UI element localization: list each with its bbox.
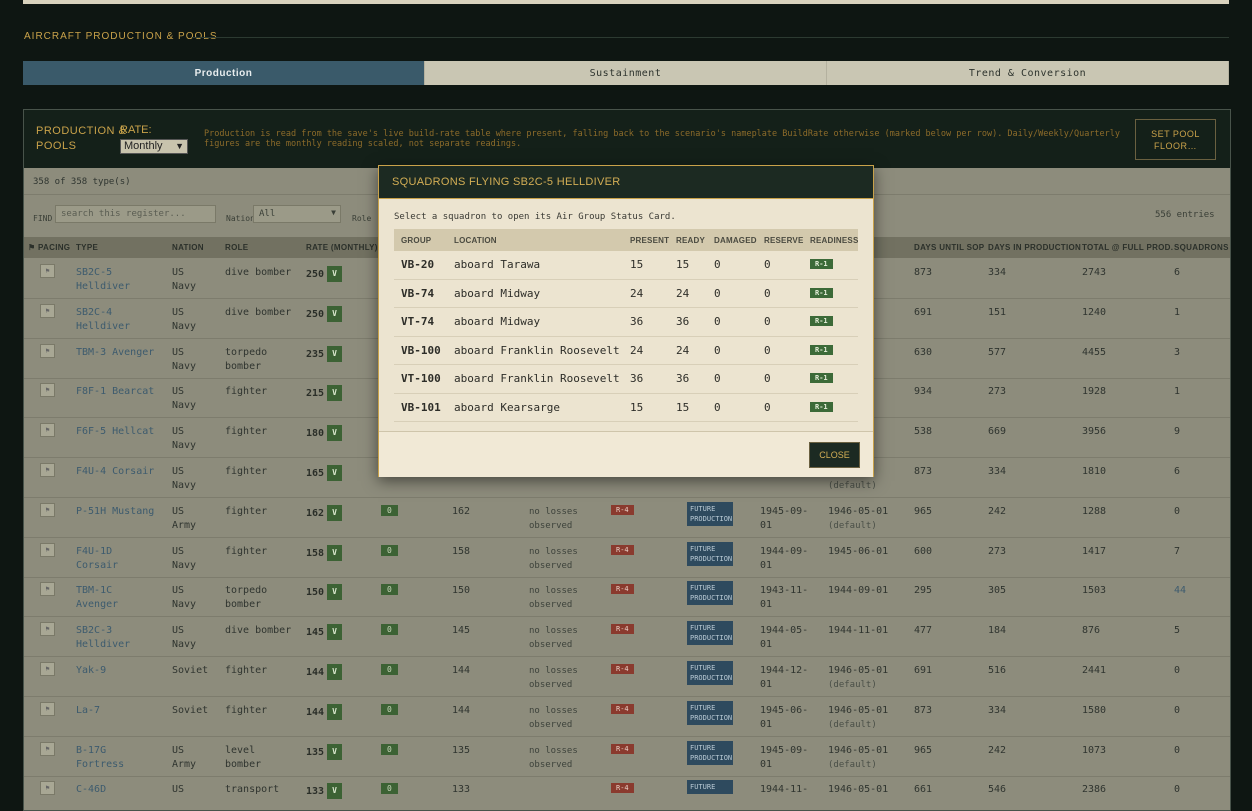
- modal-subtitle: Select a squadron to open its Air Group …: [394, 212, 676, 222]
- readiness-badge: R-1: [810, 287, 833, 298]
- squadron-damaged: 0: [714, 400, 721, 414]
- squadron-table: GROUP LOCATION PRESENT READY DAMAGED RES…: [394, 229, 858, 422]
- squadron-damaged: 0: [714, 286, 721, 300]
- col-reserve: RESERVE: [764, 236, 804, 245]
- squadron-row[interactable]: VT-74 aboard Midway 36 36 0 0 R-1: [394, 308, 858, 337]
- squadron-reserve: 0: [764, 400, 771, 414]
- col-group: GROUP: [401, 236, 432, 245]
- squadron-location: aboard Midway: [454, 286, 541, 300]
- squadron-group: VB-74: [401, 286, 435, 300]
- squadron-group: VT-74: [401, 315, 435, 328]
- modal-footer: CLOSE: [379, 431, 873, 477]
- squadron-damaged: 0: [714, 343, 721, 357]
- col-location: LOCATION: [454, 236, 497, 245]
- readiness-badge: R-1: [810, 316, 833, 326]
- squadron-row[interactable]: VB-100 aboard Franklin Roosevelt 24 24 0 0 R-1: [394, 337, 858, 365]
- col-ready: READY: [676, 236, 706, 245]
- close-button[interactable]: CLOSE: [809, 442, 860, 468]
- squadron-table-body: VB-20 aboard Tarawa 15 15 0 0 R-1 VB-74 aboard M…: [394, 251, 858, 422]
- squadron-reserve: 0: [764, 372, 771, 385]
- squadron-present: 36: [630, 372, 644, 385]
- squadron-location: aboard Franklin Roosevelt: [454, 372, 620, 385]
- squadron-table-header: GROUP LOCATION PRESENT READY DAMAGED RES…: [394, 229, 858, 251]
- squadrons-modal: SQUADRONS FLYING SB2C-5 HELLDIVER Select…: [378, 165, 874, 477]
- squadron-location: aboard Kearsarge: [454, 400, 560, 414]
- squadron-ready: 24: [676, 343, 690, 357]
- squadron-group: VB-101: [401, 400, 441, 414]
- squadron-present: 15: [630, 400, 644, 414]
- squadron-damaged: 0: [714, 372, 721, 385]
- squadron-ready: 15: [676, 258, 690, 271]
- squadron-ready: 15: [676, 400, 690, 414]
- readiness-badge: R-1: [810, 401, 833, 412]
- squadron-damaged: 0: [714, 315, 721, 328]
- readiness-badge: R-1: [810, 344, 833, 355]
- squadron-ready: 36: [676, 372, 690, 385]
- squadron-reserve: 0: [764, 315, 771, 328]
- readiness-badge: R-1: [810, 373, 833, 383]
- squadron-location: aboard Franklin Roosevelt: [454, 343, 620, 357]
- squadron-location: aboard Midway: [454, 315, 541, 328]
- squadron-reserve: 0: [764, 286, 771, 300]
- squadron-present: 24: [630, 343, 644, 357]
- col-present: PRESENT: [630, 236, 670, 245]
- squadron-present: 36: [630, 315, 644, 328]
- squadron-location: aboard Tarawa: [454, 258, 541, 271]
- squadron-row[interactable]: VB-101 aboard Kearsarge 15 15 0 0 R-1: [394, 394, 858, 422]
- squadron-reserve: 0: [764, 258, 771, 271]
- squadron-row[interactable]: VT-100 aboard Franklin Roosevelt 36 36 0 0 R-1: [394, 365, 858, 394]
- squadron-damaged: 0: [714, 258, 721, 271]
- squadron-present: 15: [630, 258, 644, 271]
- squadron-group: VB-100: [401, 343, 441, 357]
- col-damaged: DAMAGED: [714, 236, 757, 245]
- col-readiness: READINESS: [810, 236, 859, 245]
- squadron-group: VB-20: [401, 258, 435, 271]
- modal-title: SQUADRONS FLYING SB2C-5 HELLDIVER: [379, 166, 873, 199]
- squadron-ready: 24: [676, 286, 690, 300]
- readiness-badge: R-1: [810, 259, 833, 269]
- squadron-row[interactable]: VB-20 aboard Tarawa 15 15 0 0 R-1: [394, 251, 858, 280]
- squadron-group: VT-100: [401, 372, 441, 385]
- squadron-ready: 36: [676, 315, 690, 328]
- squadron-present: 24: [630, 286, 644, 300]
- squadron-reserve: 0: [764, 343, 771, 357]
- squadron-row[interactable]: VB-74 aboard Midway 24 24 0 0 R-1: [394, 280, 858, 308]
